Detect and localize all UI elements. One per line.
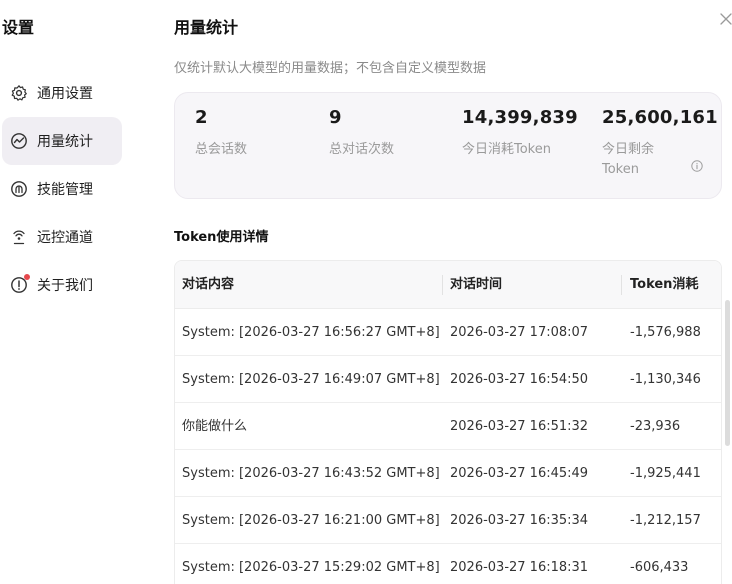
section-title: Token使用详情 <box>174 230 269 245</box>
signal-icon <box>10 228 28 246</box>
cell-tokens: -23,936 <box>630 419 681 434</box>
column-header-tokens: Token消耗 <box>630 277 699 292</box>
cell-time: 2026-03-27 16:54:50 <box>450 372 589 387</box>
stat-value: 25,600,161 <box>602 107 718 128</box>
page-title: 用量统计 <box>174 18 239 37</box>
cell-time: 2026-03-27 17:08:07 <box>450 325 589 340</box>
sidebar-item-label: 用量统计 <box>37 134 93 150</box>
sidebar-item-skills[interactable]: 技能管理 <box>2 165 122 213</box>
cell-time: 2026-03-27 16:45:49 <box>450 466 589 481</box>
sidebar-item-label: 通用设置 <box>37 86 93 102</box>
gear-icon <box>10 84 28 102</box>
cell-time: 2026-03-27 16:35:34 <box>450 513 589 528</box>
stat-label: 今日消耗Token <box>462 142 551 157</box>
column-header-time: 对话时间 <box>450 277 503 292</box>
cell-content: System: [2026-03-27 16:49:07 GMT+8] ... <box>182 372 440 387</box>
scrollbar-thumb[interactable] <box>725 300 730 446</box>
sidebar-item-about[interactable]: 关于我们 <box>2 261 122 309</box>
cell-content: System: [2026-03-27 16:43:52 GMT+8] ... <box>182 466 440 481</box>
cell-tokens: -1,576,988 <box>630 325 701 340</box>
stat-label: 总对话次数 <box>329 142 395 157</box>
stats-card: 2 总会话数 9 总对话次数 14,399,839 今日消耗Token 25,6… <box>174 92 722 199</box>
page-subtitle: 仅统计默认大模型的用量数据；不包含自定义模型数据 <box>174 61 487 76</box>
stat-label: 总会话数 <box>195 142 248 157</box>
stat-label: 今日剩余Token <box>602 142 655 177</box>
sidebar-item-label: 远控通道 <box>37 230 93 246</box>
info-tooltip-icon[interactable] <box>691 157 703 172</box>
table-row[interactable]: 你能做什么 2026-03-27 16:51:32 -23,936 <box>175 403 721 450</box>
cell-content: System: [2026-03-27 15:29:02 GMT+8] ... <box>182 560 440 575</box>
cell-tokens: -1,212,157 <box>630 513 701 528</box>
table-row[interactable]: System: [2026-03-27 16:56:27 GMT+8] ... … <box>175 309 721 356</box>
table-row[interactable]: System: [2026-03-27 16:49:07 GMT+8] ... … <box>175 356 721 403</box>
stat-value: 14,399,839 <box>462 107 578 128</box>
sidebar-item-remote[interactable]: 远控通道 <box>2 213 122 261</box>
stat-value: 9 <box>329 107 342 128</box>
table-row[interactable]: System: [2026-03-27 15:29:02 GMT+8] ... … <box>175 544 721 584</box>
stat-today-consumed: 14,399,839 今日消耗Token <box>462 107 578 160</box>
sidebar-item-usage[interactable]: 用量统计 <box>2 117 122 165</box>
sidebar-title: 设置 <box>2 18 35 37</box>
table-row[interactable]: System: [2026-03-27 16:43:52 GMT+8] ... … <box>175 450 721 497</box>
cell-tokens: -1,130,346 <box>630 372 701 387</box>
stat-total-sessions: 2 总会话数 <box>195 107 247 160</box>
info-icon <box>10 274 30 294</box>
stat-total-turns: 9 总对话次数 <box>329 107 394 160</box>
brain-icon <box>10 180 28 198</box>
cell-tokens: -1,925,441 <box>630 466 701 481</box>
cell-content: System: [2026-03-27 16:56:27 GMT+8] ... <box>182 325 440 340</box>
cell-content: 你能做什么 <box>182 419 248 434</box>
cell-content: System: [2026-03-27 16:21:00 GMT+8] ... <box>182 513 440 528</box>
sidebar-item-label: 技能管理 <box>37 182 93 198</box>
cell-time: 2026-03-27 16:18:31 <box>450 560 589 575</box>
column-divider[interactable] <box>621 275 622 295</box>
table-row[interactable]: System: [2026-03-27 16:21:00 GMT+8] ... … <box>175 497 721 544</box>
sidebar: 设置 通用设置 用量统计 技能管理 远控通道 关于我们 <box>0 0 130 584</box>
sidebar-item-general[interactable]: 通用设置 <box>2 69 122 117</box>
stat-value: 2 <box>195 107 208 128</box>
close-icon[interactable] <box>718 11 732 27</box>
column-divider[interactable] <box>442 275 443 295</box>
column-header-content: 对话内容 <box>182 277 235 292</box>
settings-window: 设置 通用设置 用量统计 技能管理 远控通道 关于我们 用量统计 仅统计默认大模… <box>0 0 732 584</box>
notification-badge <box>24 274 30 280</box>
table-header: 对话内容 对话时间 Token消耗 <box>175 261 721 309</box>
cell-tokens: -606,433 <box>630 560 689 575</box>
token-usage-table: 对话内容 对话时间 Token消耗 System: [2026-03-27 16… <box>174 260 722 584</box>
cell-time: 2026-03-27 16:51:32 <box>450 419 589 434</box>
sidebar-item-label: 关于我们 <box>37 278 93 294</box>
chart-icon <box>10 132 28 150</box>
